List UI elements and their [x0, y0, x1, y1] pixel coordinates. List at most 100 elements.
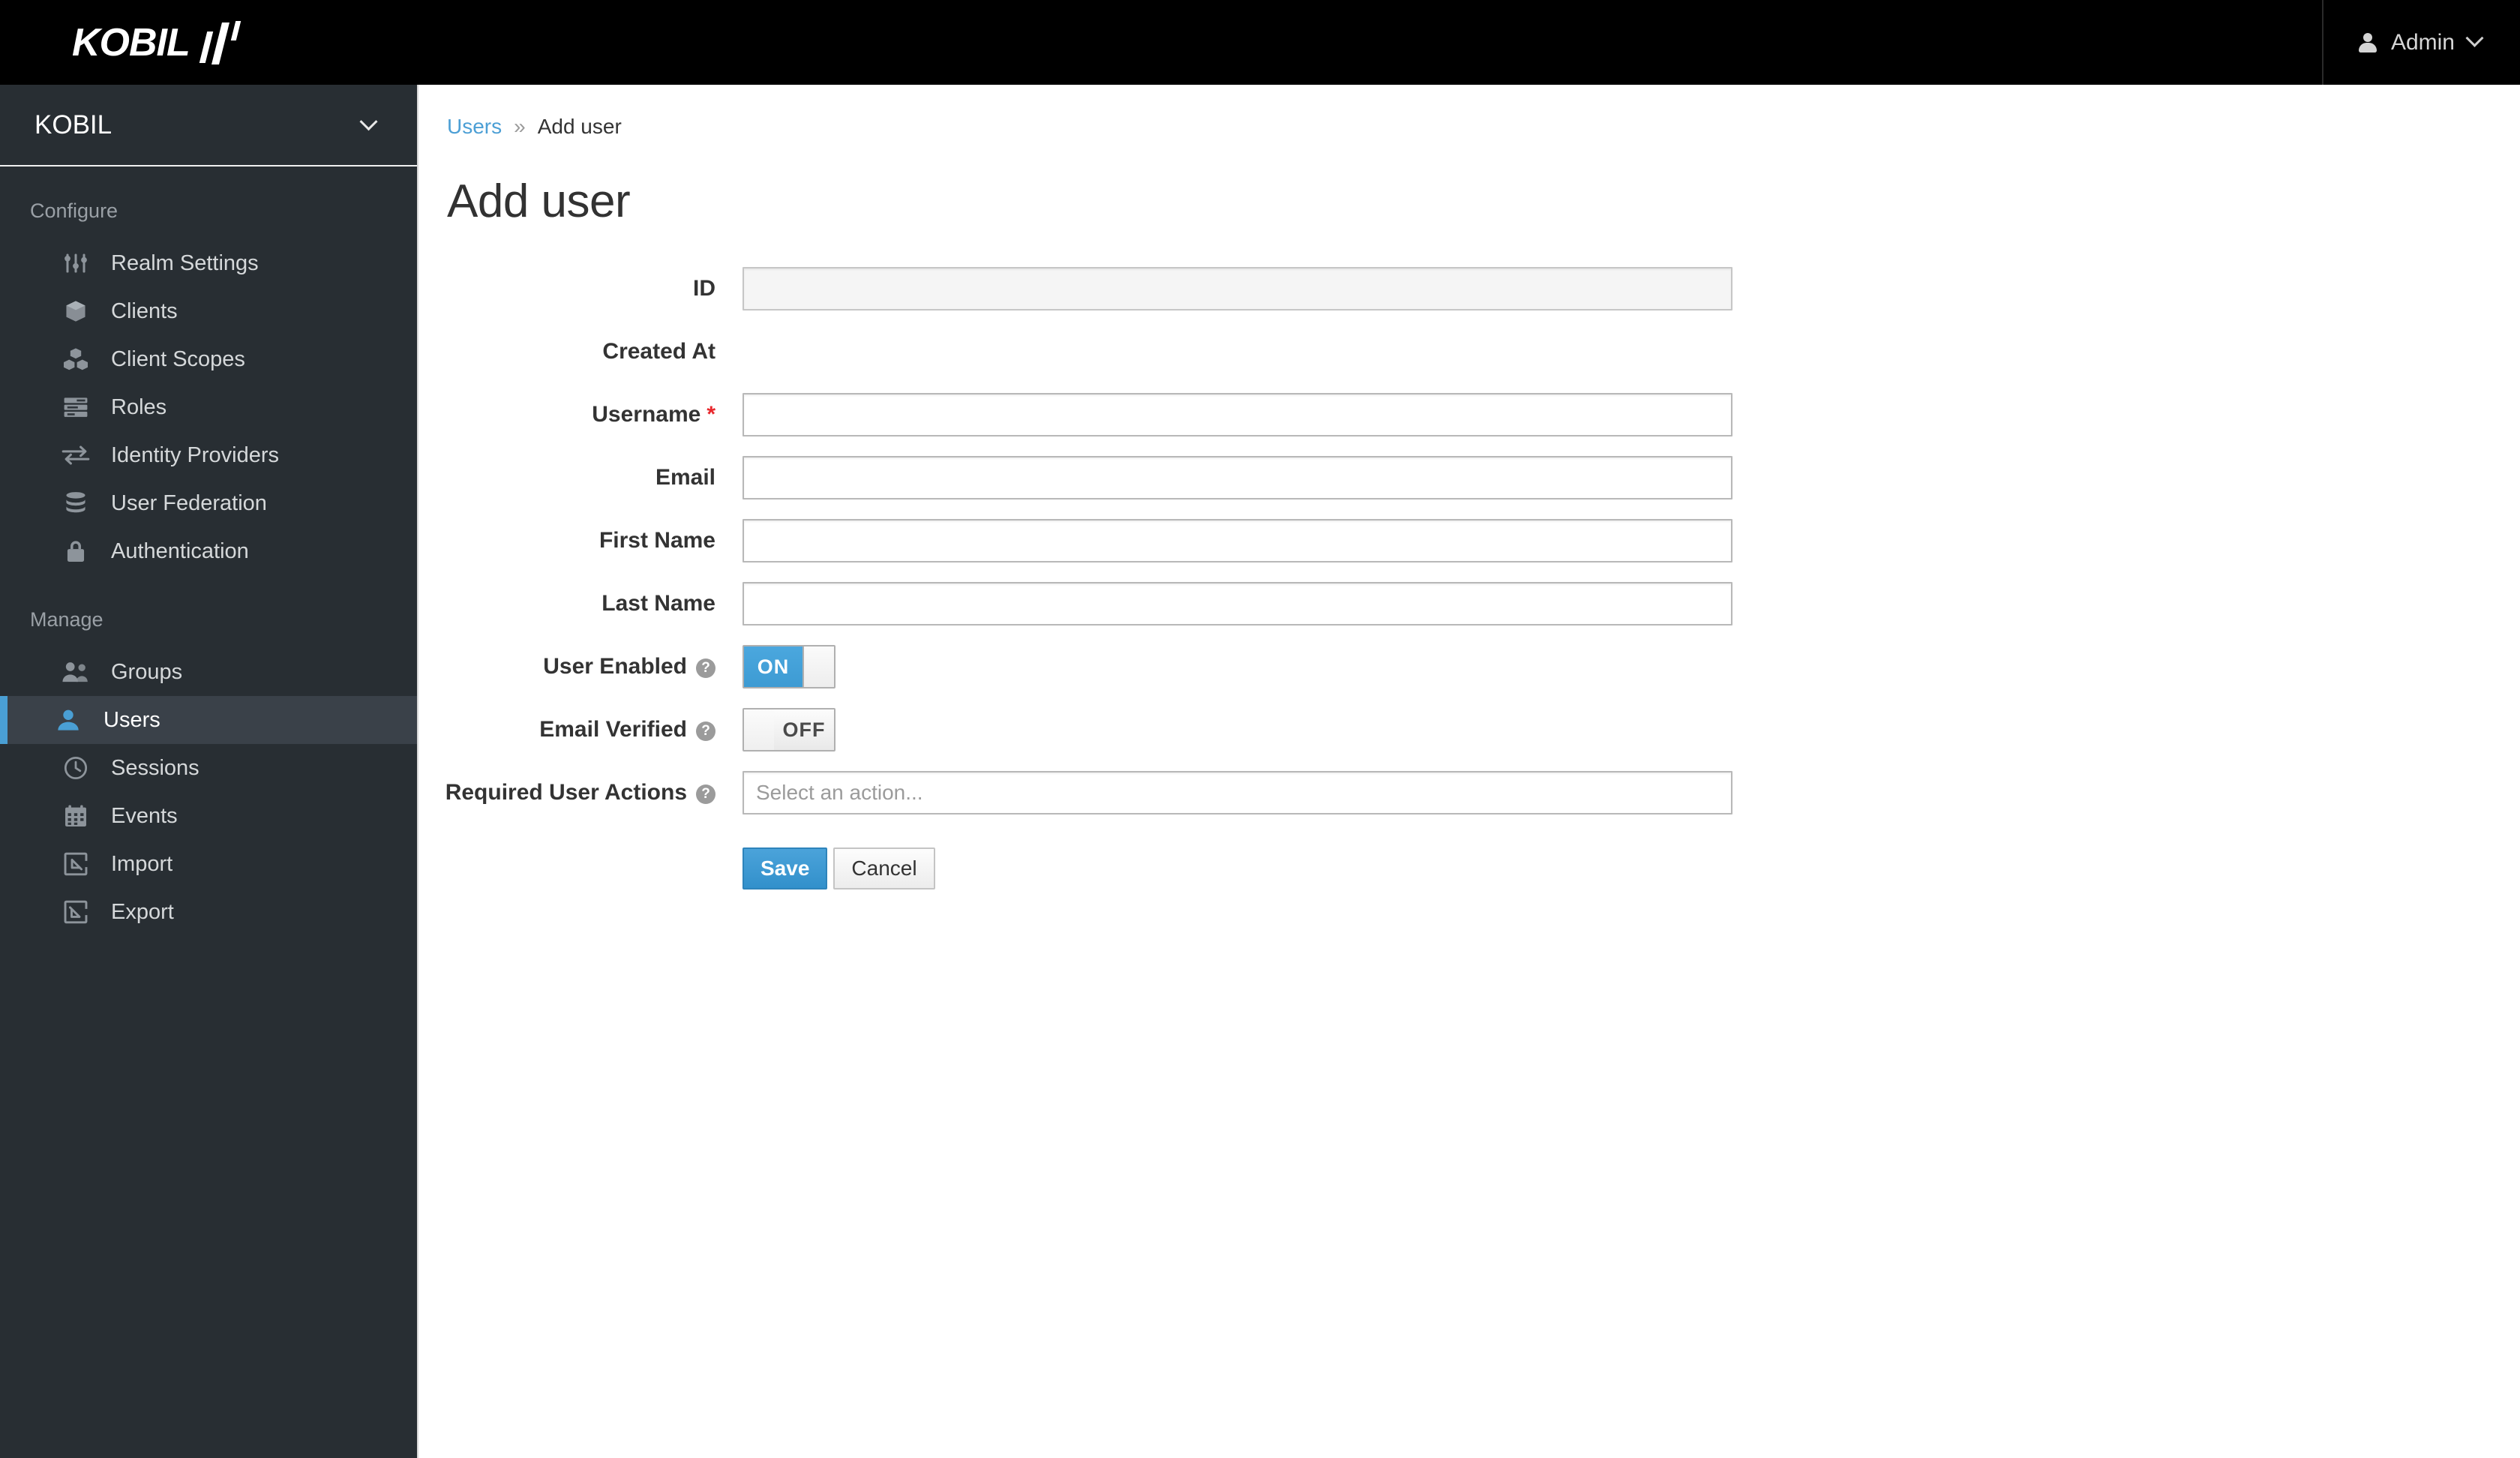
page-title: Add user — [447, 176, 631, 227]
label-first-name: First Name — [598, 528, 716, 553]
list-icon — [60, 393, 92, 422]
cancel-button[interactable]: Cancel — [833, 848, 935, 890]
breadcrumb-link-users[interactable]: Users — [447, 115, 502, 139]
username-input[interactable] — [742, 393, 1732, 436]
sidebar: KOBIL Configure Realm Settings Clients C… — [0, 85, 418, 1458]
email-verified-toggle[interactable]: OFF — [742, 708, 836, 752]
users-group-icon — [60, 658, 92, 686]
form-buttons: Save Cancel — [742, 848, 935, 890]
required-user-actions-placeholder: Select an action... — [756, 781, 923, 804]
form-row-user-enabled: User Enabled? ON — [420, 645, 2520, 693]
sidebar-item-label: Events — [111, 803, 178, 828]
save-button[interactable]: Save — [742, 848, 828, 890]
label-email-verified: Email Verified? — [420, 708, 742, 742]
sidebar-item-sessions[interactable]: Sessions — [0, 744, 417, 792]
sidebar-item-realm-settings[interactable]: Realm Settings — [0, 239, 417, 287]
sidebar-item-clients[interactable]: Clients — [0, 287, 417, 335]
sidebar-item-label: Clients — [111, 298, 178, 323]
sliders-icon — [60, 249, 92, 278]
sidebar-section-configure: Configure — [30, 200, 118, 222]
label-created-at: Created At — [602, 339, 716, 364]
sidebar-item-identity-providers[interactable]: Identity Providers — [0, 431, 417, 479]
sidebar-item-import[interactable]: Import — [0, 840, 417, 888]
label-email-verified-text: Email Verified — [539, 717, 687, 742]
export-arrow-icon — [60, 898, 92, 926]
brand-logo[interactable]: KOBIL — [72, 0, 250, 85]
sidebar-item-label: Roles — [111, 394, 167, 419]
help-circle-icon[interactable]: ? — [696, 722, 716, 741]
id-input[interactable] — [742, 267, 1732, 310]
sidebar-item-user-federation[interactable]: User Federation — [0, 479, 417, 527]
import-arrow-icon — [60, 850, 92, 878]
email-verified-off-label: OFF — [774, 710, 834, 750]
breadcrumb-separator: » — [514, 115, 526, 138]
top-header-bar: KOBIL Admin — [0, 0, 2520, 85]
label-username-text: Username — [592, 402, 701, 427]
user-icon — [52, 706, 84, 734]
sidebar-item-export[interactable]: Export — [0, 888, 417, 936]
required-user-actions-select[interactable]: Select an action... — [742, 771, 1732, 814]
last-name-input[interactable] — [742, 582, 1732, 626]
main-content: Users » Add user Add user ID Created At … — [420, 85, 2520, 1458]
label-username: Username * — [420, 393, 742, 428]
sidebar-item-label: Identity Providers — [111, 442, 280, 467]
realm-name: KOBIL — [34, 110, 112, 140]
sidebar-item-label: Import — [111, 851, 173, 876]
email-input[interactable] — [742, 456, 1732, 500]
cubes-icon — [60, 345, 92, 374]
user-enabled-on-label: ON — [744, 646, 802, 687]
sidebar-section-manage: Manage — [30, 608, 104, 631]
sidebar-item-groups[interactable]: Groups — [0, 648, 417, 696]
cube-icon — [60, 297, 92, 326]
kobil-bars-logo-icon — [199, 20, 250, 64]
sidebar-item-client-scopes[interactable]: Client Scopes — [0, 335, 417, 383]
required-asterisk: * — [706, 402, 716, 427]
clock-icon — [60, 754, 92, 782]
sidebar-item-label: Groups — [111, 659, 183, 684]
user-enabled-toggle[interactable]: ON — [742, 645, 836, 688]
breadcrumb-current: Add user — [537, 115, 622, 138]
form-row-email-verified: Email Verified? OFF — [420, 708, 2520, 756]
form-row-actions: Save Cancel — [420, 834, 2520, 890]
first-name-input[interactable] — [742, 519, 1732, 562]
chevron-down-icon — [359, 112, 378, 131]
sidebar-item-users[interactable]: Users — [0, 696, 417, 744]
sidebar-item-label: Sessions — [111, 755, 200, 780]
sidebar-item-label: Export — [111, 899, 174, 924]
label-id: ID — [693, 276, 716, 301]
chevron-down-icon — [2465, 28, 2484, 47]
label-required-user-actions-text: Required User Actions — [445, 780, 687, 805]
sidebar-item-label: Users — [104, 707, 160, 732]
sidebar-item-events[interactable]: Events — [0, 792, 417, 840]
help-circle-icon[interactable]: ? — [696, 658, 716, 678]
sidebar-item-label: Authentication — [111, 538, 249, 563]
label-email: Email — [655, 465, 716, 490]
form-row-email: Email — [420, 456, 2520, 504]
form-row-required-user-actions: Required User Actions? Select an action.… — [420, 771, 2520, 819]
user-icon — [2358, 32, 2378, 53]
database-icon — [60, 489, 92, 518]
sidebar-item-authentication[interactable]: Authentication — [0, 527, 417, 575]
label-required-user-actions: Required User Actions? — [420, 771, 742, 806]
form-row-last-name: Last Name — [420, 582, 2520, 630]
form-row-id: ID — [420, 267, 2520, 315]
sidebar-item-roles[interactable]: Roles — [0, 383, 417, 431]
calendar-icon — [60, 802, 92, 830]
toggle-knob — [802, 646, 834, 687]
label-user-enabled-text: User Enabled — [543, 654, 687, 679]
label-user-enabled: User Enabled? — [420, 645, 742, 680]
form-row-username: Username * — [420, 393, 2520, 441]
exchange-arrows-icon — [60, 441, 92, 470]
breadcrumb: Users » Add user — [420, 85, 2520, 139]
user-menu[interactable]: Admin — [2321, 0, 2520, 85]
toggle-knob — [744, 710, 776, 750]
brand-name: KOBIL — [72, 20, 190, 64]
label-last-name: Last Name — [602, 591, 716, 616]
realm-selector[interactable]: KOBIL — [0, 85, 417, 166]
form-row-created-at: Created At — [420, 330, 2520, 378]
sidebar-item-label: Client Scopes — [111, 346, 245, 371]
sidebar-item-label: Realm Settings — [111, 250, 259, 275]
user-menu-label: Admin — [2390, 29, 2455, 55]
sidebar-item-label: User Federation — [111, 490, 267, 515]
help-circle-icon[interactable]: ? — [696, 784, 716, 804]
